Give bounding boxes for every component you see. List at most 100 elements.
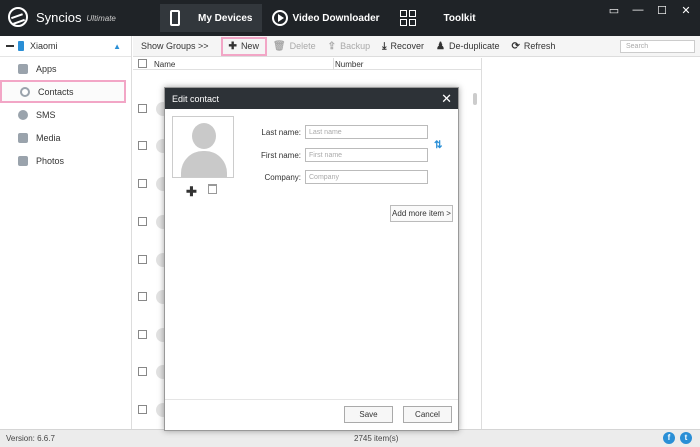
eject-icon[interactable]: ▲ <box>113 42 121 51</box>
photos-icon <box>18 155 28 166</box>
sidebar-item-apps[interactable]: Apps <box>0 57 131 80</box>
delete-label: Delete <box>289 41 316 51</box>
people-icon: ♟ <box>436 40 445 52</box>
refresh-icon: ⟳ <box>511 40 520 52</box>
row-checkbox[interactable] <box>138 405 147 414</box>
sidebar-item-media[interactable]: Media <box>0 126 131 149</box>
row-checkbox[interactable] <box>138 330 147 339</box>
avatar-head <box>192 123 216 149</box>
phone-icon <box>170 10 180 26</box>
last-name-field[interactable]: Last name <box>305 125 428 139</box>
column-number[interactable]: Number <box>335 60 363 69</box>
contacts-icon <box>20 86 30 97</box>
backup-icon: ⇪ <box>327 40 337 52</box>
sidebar-item-label: SMS <box>36 109 56 120</box>
row-checkbox[interactable] <box>138 255 147 264</box>
minimize-button[interactable]: — <box>632 4 644 17</box>
tab-toolkit[interactable]: Toolkit <box>390 4 486 32</box>
new-label: New <box>240 41 259 51</box>
search-input[interactable]: Search <box>620 39 695 53</box>
device-name: Xiaomi <box>30 41 58 51</box>
version-text: Version: 6.6.7 <box>6 434 55 443</box>
collapse-icon[interactable] <box>6 45 14 47</box>
sidebar-item-label: Photos <box>36 155 65 166</box>
row-checkbox[interactable] <box>138 367 147 376</box>
tab-video-downloader-label: Video Downloader <box>292 12 380 24</box>
row-checkbox[interactable] <box>138 217 147 226</box>
dialog-footer: Save Cancel <box>165 399 458 430</box>
main-nav: My Devices Video Downloader Toolkit <box>160 4 486 36</box>
list-scrollbar[interactable] <box>473 93 477 105</box>
avatar-body <box>181 151 227 177</box>
company-label: Company: <box>264 173 301 182</box>
new-button[interactable]: ✚ New <box>220 36 267 56</box>
app-brand: Syncios Ultimate <box>8 7 116 27</box>
sidebar-item-sms[interactable]: SMS <box>0 103 131 126</box>
social-links: f t <box>663 432 692 444</box>
plus-icon: ✚ <box>228 40 237 52</box>
facebook-icon[interactable]: f <box>663 432 675 444</box>
delete-button[interactable]: 🗑 Delete <box>267 37 322 56</box>
sidebar-item-photos[interactable]: Photos <box>0 149 131 172</box>
tab-my-devices-label: My Devices <box>198 12 253 24</box>
row-checkbox[interactable] <box>138 141 147 150</box>
recover-button[interactable]: ⤓ Recover <box>376 37 430 56</box>
company-field[interactable]: Company <box>305 170 428 184</box>
play-icon <box>272 10 289 26</box>
row-checkbox[interactable] <box>138 104 147 113</box>
save-button[interactable]: Save <box>344 406 393 423</box>
contact-photo[interactable] <box>172 116 234 178</box>
title-bar: Syncios Ultimate My Devices Video Downlo… <box>0 0 700 36</box>
column-divider[interactable] <box>333 58 334 70</box>
maximize-button[interactable]: ☐ <box>656 4 668 17</box>
sidebar-item-contacts[interactable]: Contacts <box>0 80 126 103</box>
tab-my-devices[interactable]: My Devices <box>160 4 263 32</box>
close-icon[interactable]: ✕ <box>441 91 452 107</box>
status-bar: Version: 6.6.7 2745 item(s) f t <box>0 429 700 447</box>
show-groups-button[interactable]: Show Groups >> <box>135 37 215 56</box>
app-name: Syncios <box>36 9 82 25</box>
deduplicate-label: De-duplicate <box>449 41 500 51</box>
list-header: Name Number <box>133 58 481 70</box>
download-icon: ⤓ <box>382 40 387 52</box>
dialog-header: Edit contact ✕ <box>165 88 458 109</box>
tab-video-downloader[interactable]: Video Downloader <box>262 4 389 32</box>
twitter-icon[interactable]: t <box>680 432 692 444</box>
row-checkbox[interactable] <box>138 292 147 301</box>
media-icon <box>18 132 28 143</box>
syncios-logo-icon <box>8 7 28 27</box>
refresh-button[interactable]: ⟳ Refresh <box>506 37 562 56</box>
dialog-title: Edit contact <box>172 93 220 104</box>
refresh-label: Refresh <box>523 41 556 51</box>
toolbar: Show Groups >> ✚ New 🗑 Delete ⇪ Backup ⤓… <box>133 36 700 57</box>
first-name-field[interactable]: First name <box>305 148 428 162</box>
deduplicate-button[interactable]: ♟ De-duplicate <box>430 37 506 56</box>
close-button[interactable]: ✕ <box>680 4 692 17</box>
recover-label: Recover <box>390 41 425 51</box>
delete-photo-icon[interactable] <box>208 184 217 194</box>
backup-label: Backup <box>340 41 371 51</box>
sms-icon <box>18 109 28 120</box>
device-selector[interactable]: Xiaomi ▲ <box>0 36 131 57</box>
sidebar: Xiaomi ▲ Apps Contacts SMS Media Photos <box>0 36 132 429</box>
row-checkbox[interactable] <box>138 179 147 188</box>
toolkit-icon <box>399 10 416 26</box>
device-phone-icon <box>18 41 24 51</box>
swap-names-icon[interactable]: ⇅ <box>434 140 442 151</box>
sidebar-item-label: Apps <box>36 63 57 74</box>
apps-icon <box>18 63 28 74</box>
last-name-label: Last name: <box>261 128 301 137</box>
window-controls: ▭ — ☐ ✕ <box>608 4 692 17</box>
sidebar-item-label: Media <box>36 132 61 143</box>
edit-contact-dialog: Edit contact ✕ ✚ Last name: Last name Fi… <box>164 87 459 431</box>
backup-button[interactable]: ⇪ Backup <box>322 37 376 56</box>
column-name[interactable]: Name <box>154 60 175 69</box>
add-more-item-button[interactable]: Add more item > <box>390 205 453 222</box>
feedback-icon[interactable]: ▭ <box>608 4 620 17</box>
cancel-button[interactable]: Cancel <box>403 406 452 423</box>
app-edition: Ultimate <box>86 14 116 23</box>
add-photo-icon[interactable]: ✚ <box>186 184 197 200</box>
select-all-checkbox[interactable] <box>138 59 147 68</box>
sidebar-item-label: Contacts <box>38 86 74 97</box>
tab-toolkit-label: Toolkit <box>443 12 476 24</box>
